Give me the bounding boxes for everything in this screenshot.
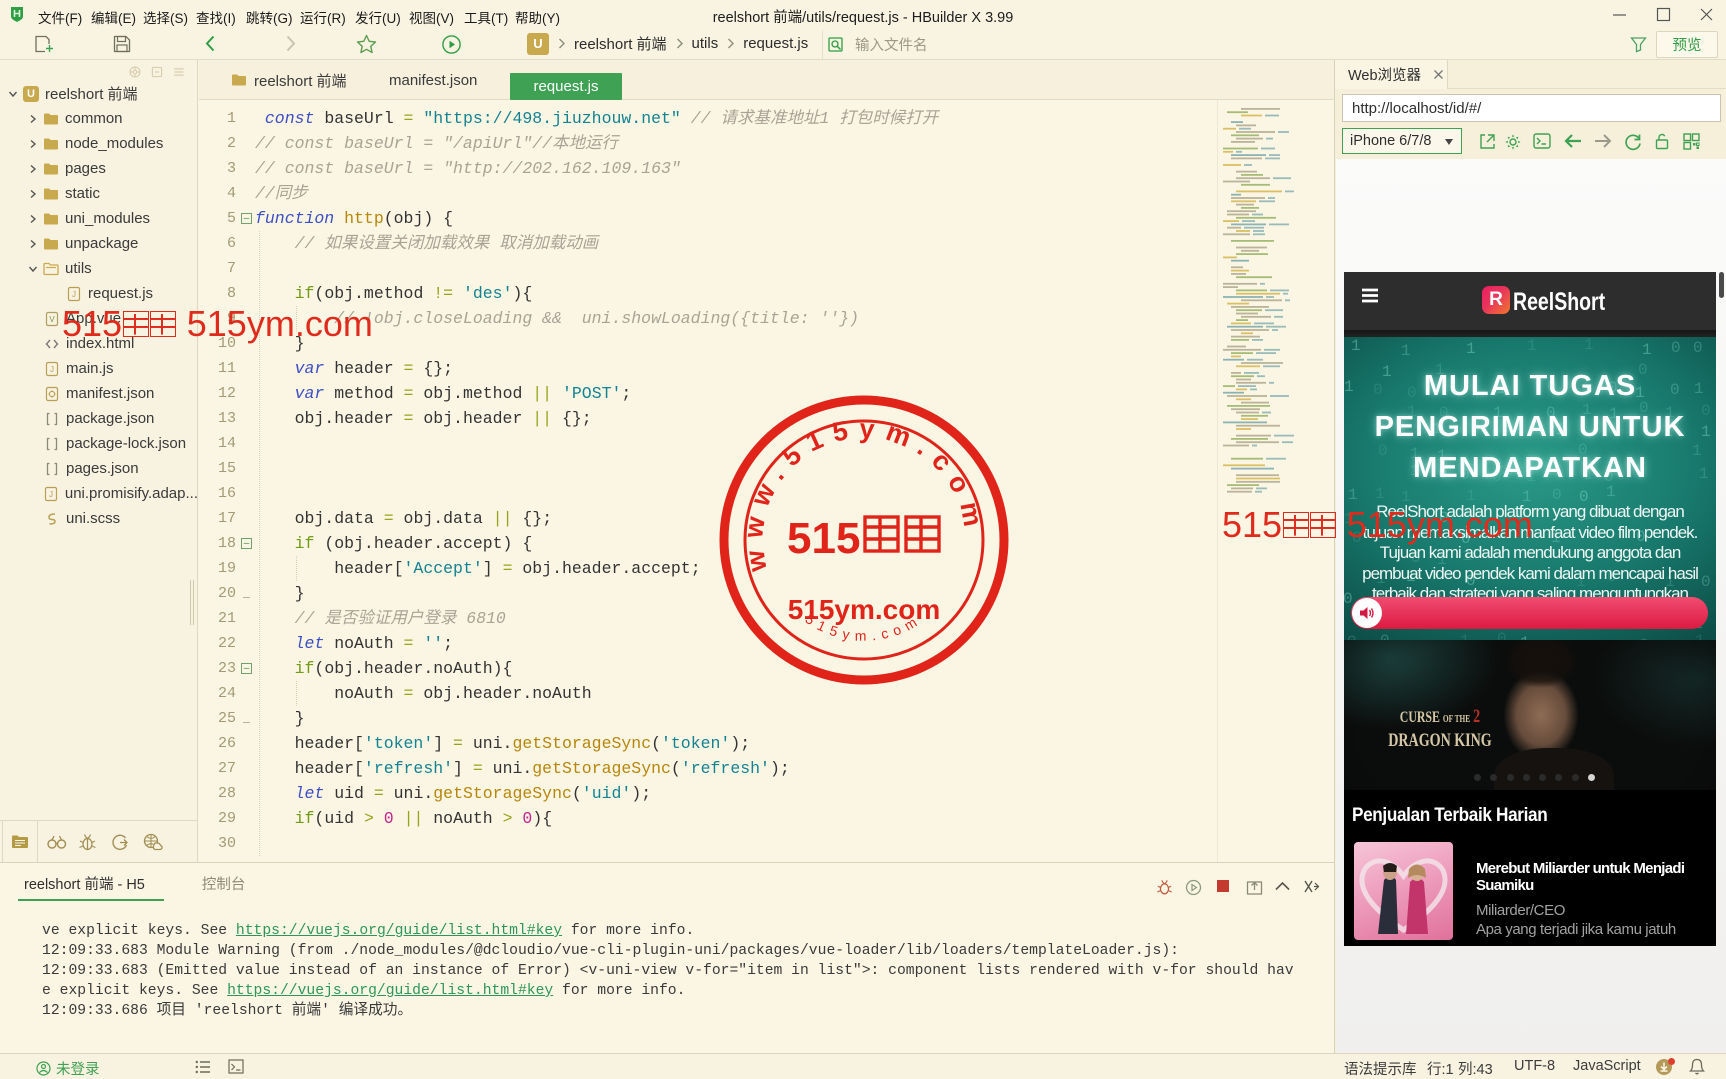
svg-text:515: 515 xyxy=(787,514,860,563)
svg-text:J: J xyxy=(49,490,53,499)
svg-text:V: V xyxy=(49,315,55,324)
svg-text:J: J xyxy=(50,365,54,374)
svg-text:J: J xyxy=(72,290,76,299)
